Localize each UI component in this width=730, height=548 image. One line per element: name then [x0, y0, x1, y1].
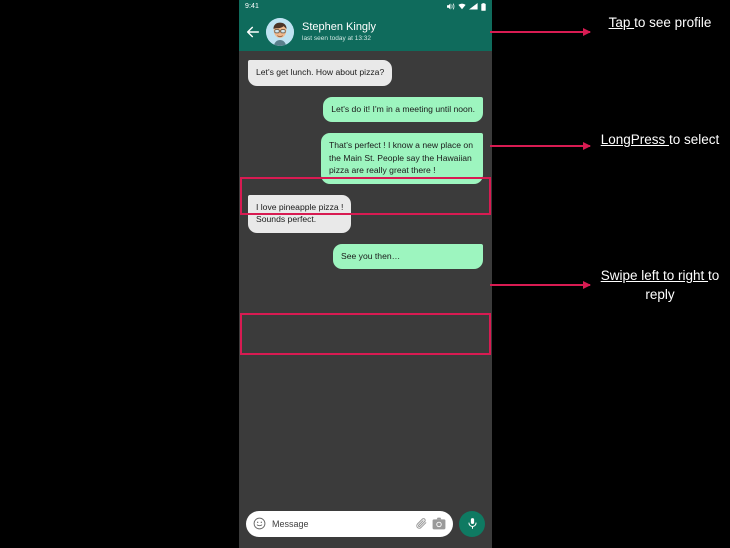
contact-name: Stephen Kingly	[302, 21, 376, 33]
annotation-longpress-select: LongPress to select	[590, 130, 730, 149]
status-system-icons	[447, 2, 486, 11]
message-bubble-incoming[interactable]: I love pineapple pizza ! Sounds perfect.	[248, 194, 352, 233]
message-row: See you then…	[239, 243, 492, 269]
paperclip-icon[interactable]	[415, 517, 428, 530]
message-row: I love pineapple pizza ! Sounds perfect.	[239, 194, 492, 233]
message-bubble-outgoing[interactable]: See you then…	[333, 243, 483, 269]
message-bubble-outgoing[interactable]: Let's do it! I'm in a meeting until noon…	[323, 96, 483, 122]
status-clock: 9:41	[245, 3, 260, 10]
annotation-action: Swipe left to right	[600, 268, 709, 283]
back-arrow-icon[interactable]	[245, 24, 261, 40]
battery-icon	[481, 2, 486, 11]
contact-last-seen: last seen today at 13:32	[302, 35, 372, 42]
volume-icon	[447, 3, 455, 10]
avatar[interactable]	[266, 18, 294, 46]
message-input-field[interactable]: Message	[246, 510, 453, 537]
annotation-rest: to see profile	[634, 15, 712, 30]
emoji-icon[interactable]	[253, 517, 266, 530]
chat-message-list: Let's get lunch. How about pizza? Let's …	[239, 51, 492, 499]
chat-header[interactable]: Stephen Kingly last seen today at 13:32	[239, 13, 492, 51]
camera-icon[interactable]	[432, 517, 446, 530]
wifi-icon	[458, 3, 466, 10]
microphone-icon	[467, 518, 477, 529]
highlight-box-swipe	[240, 313, 491, 355]
avatar-face-icon	[266, 18, 294, 46]
message-row: Let's get lunch. How about pizza?	[239, 60, 492, 86]
message-bubble-outgoing[interactable]: That's perfect ! I know a new place on t…	[321, 133, 483, 184]
message-input-bar: Message	[239, 499, 492, 548]
annotation-action: Tap	[608, 15, 635, 30]
signal-icon	[469, 3, 478, 10]
connector-arrow-longpress	[490, 141, 591, 150]
status-bar: 9:41	[239, 0, 492, 13]
phone-screen: 9:41 Stephen Kingly last seen today at 1…	[239, 0, 492, 548]
annotation-swipe-reply: Swipe left to right to reply	[590, 266, 730, 304]
message-row: That's perfect ! I know a new place on t…	[239, 133, 492, 184]
connector-arrow-tap	[490, 27, 591, 36]
header-text-group: Stephen Kingly last seen today at 13:32	[302, 21, 376, 43]
microphone-button[interactable]	[459, 510, 485, 537]
connector-arrow-swipe	[490, 280, 591, 289]
message-row: Let's do it! I'm in a meeting until noon…	[239, 96, 492, 122]
message-bubble-incoming[interactable]: Let's get lunch. How about pizza?	[248, 60, 393, 86]
annotation-rest: to select	[669, 132, 720, 147]
annotation-tap-profile: Tap to see profile	[590, 13, 730, 32]
message-placeholder: Message	[272, 518, 309, 529]
annotation-action: LongPress	[600, 132, 669, 147]
